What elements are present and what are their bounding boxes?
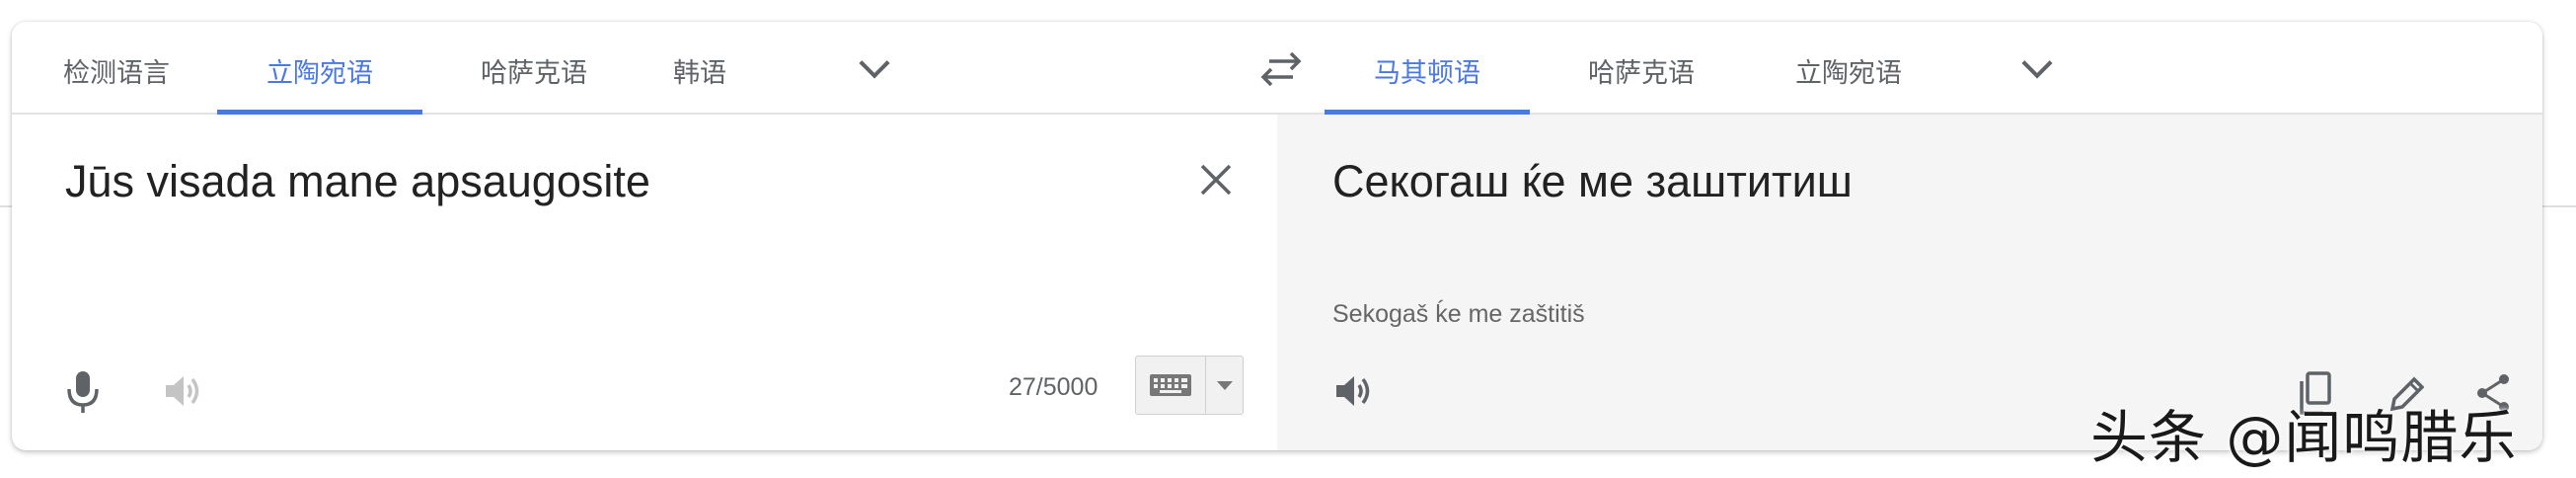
tab-target-lithuanian[interactable]: 立陶宛语 [1765,22,1932,113]
tab-label: 立陶宛语 [1795,58,1902,89]
translate-card: 检测语言 立陶宛语 哈萨克语 韩语 马其顿语 哈萨克语 立陶宛语 Jūs vis… [12,22,2542,450]
keyboard-icon [1150,374,1191,396]
tab-label: 韩语 [673,58,726,89]
swap-languages-icon[interactable] [1257,51,1305,87]
chevron-down-icon[interactable] [2021,47,2053,79]
speaker-icon[interactable] [1332,371,1376,411]
tab-label: 马其顿语 [1374,58,1480,89]
source-text-input[interactable]: Jūs visada mane apsaugosite [65,156,650,207]
tab-label: 检测语言 [63,58,170,89]
watermark: 头条 @闻鸣腊乐 [2090,404,2518,471]
close-icon[interactable] [1196,160,1236,199]
tab-label: 哈萨克语 [1588,58,1695,89]
input-tools-dropdown[interactable] [1206,357,1243,414]
chevron-down-icon[interactable] [859,47,890,79]
input-tools [1135,356,1244,415]
translation-text: Секогаш ќе ме заштитиш [1332,156,1853,206]
tab-source-kazakh[interactable]: 哈萨克语 [450,22,618,113]
speaker-icon[interactable] [162,371,205,411]
tab-source-lithuanian[interactable]: 立陶宛语 [217,22,422,115]
language-tabs-bar: 检测语言 立陶宛语 哈萨克语 韩语 马其顿语 哈萨克语 立陶宛语 [12,22,2542,115]
character-count: 27/5000 [1009,373,1099,401]
keyboard-button[interactable] [1136,357,1206,414]
tab-label: 哈萨克语 [481,58,587,89]
transliteration-text: Sekogaš ḱe me zaštitiš [1332,300,1585,328]
tab-source-korean[interactable]: 韩语 [645,22,754,113]
tab-target-kazakh[interactable]: 哈萨克语 [1557,22,1725,113]
tab-detect-language[interactable]: 检测语言 [43,22,189,113]
tab-target-macedonian[interactable]: 马其顿语 [1325,22,1530,115]
microphone-icon[interactable] [63,367,103,415]
tab-label: 立陶宛语 [266,58,373,89]
